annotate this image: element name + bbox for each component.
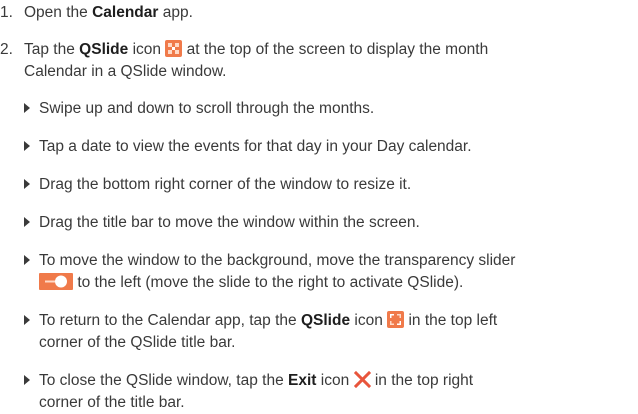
bullet-item: Drag the bottom right corner of the wind… (24, 174, 411, 196)
bullet-arrow-icon (24, 217, 30, 227)
bullet-item: Swipe up and down to scroll through the … (24, 98, 374, 120)
bullet-text: to the left (move the slide to the right… (77, 274, 464, 291)
step-text: at the top of the screen to display the … (186, 41, 489, 58)
step-number: 2. (0, 41, 13, 58)
bullet-text: in the top left (408, 312, 498, 329)
calendar-app-name: Calendar (92, 4, 159, 21)
bullet-arrow-icon (24, 103, 30, 113)
bullet-arrow-icon (24, 179, 30, 189)
qslide-label: QSlide (300, 312, 351, 329)
step-text: app. (162, 4, 193, 21)
qslide-icon (387, 311, 405, 335)
bullet-item: To move the window to the background, mo… (24, 250, 515, 272)
bullet-arrow-icon (24, 255, 30, 265)
step-2-continued: Calendar in a QSlide window. (24, 61, 226, 83)
qslide-label: QSlide (79, 41, 129, 58)
exit-icon (353, 370, 371, 395)
bullet-continued: corner of the QSlide title bar. (39, 332, 235, 354)
bullet-text: in the top right (374, 372, 474, 389)
step-text: icon (132, 41, 162, 58)
bullet-text: To return to the Calendar app, tap the (39, 312, 297, 329)
bullet-continued: corner of the title bar. (39, 392, 185, 414)
bullet-item: Tap a date to view the events for that d… (24, 136, 472, 158)
bullet-text: To move the window to the background, mo… (39, 252, 516, 269)
bullet-text: Drag the title bar to move the window wi… (39, 214, 420, 231)
step-text: Open the (24, 4, 88, 21)
bullet-arrow-icon (24, 375, 30, 385)
bullet-text: To close the QSlide window, tap the (39, 372, 284, 389)
bullet-text: icon (354, 312, 383, 329)
bullet-text: Tap a date to view the events for that d… (39, 138, 472, 155)
bullet-text: corner of the title bar. (39, 394, 185, 411)
exit-label: Exit (288, 372, 317, 389)
bullet-text: corner of the QSlide title bar. (39, 334, 236, 351)
bullet-text: icon (320, 372, 350, 389)
bullet-text: Drag the bottom right corner of the wind… (39, 176, 412, 193)
step-1: 1. Open the Calendar app. (0, 2, 193, 24)
bullet-arrow-icon (24, 315, 30, 325)
bullet-continued: to the left (move the slide to the right… (39, 272, 463, 297)
step-text: Calendar in a QSlide window. (24, 63, 227, 80)
bullet-arrow-icon (24, 141, 30, 151)
bullet-item: Drag the title bar to move the window wi… (24, 212, 420, 234)
step-text: Tap the (24, 41, 75, 58)
transparency-slider-icon (39, 273, 73, 297)
bullet-text: Swipe up and down to scroll through the … (39, 100, 375, 117)
step-number: 1. (0, 4, 13, 21)
